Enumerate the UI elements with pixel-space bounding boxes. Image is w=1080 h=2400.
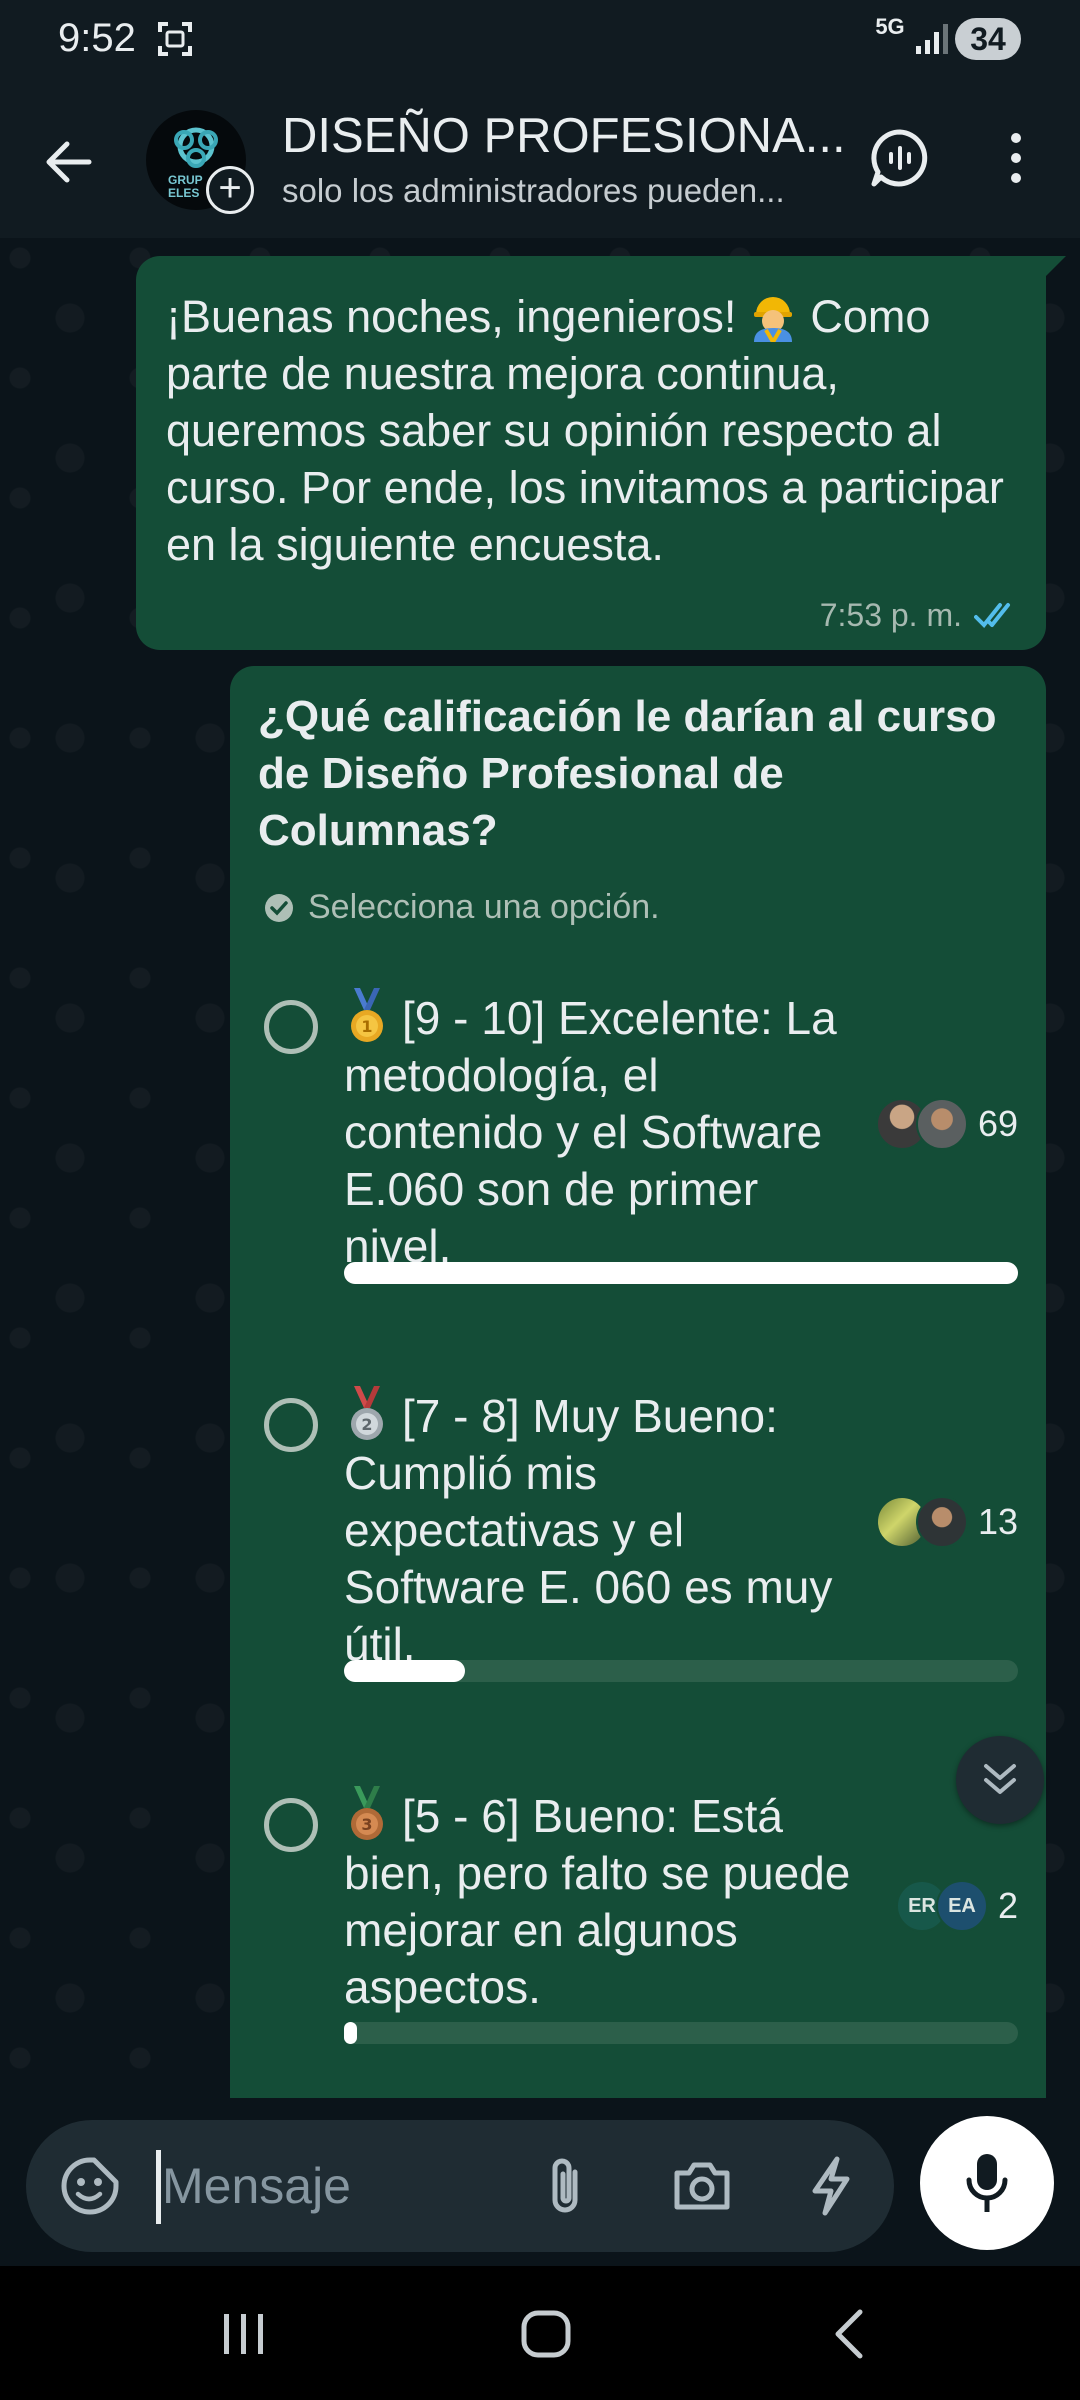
chat-header: GRUP ELES + DISEÑO PROFESIONA... solo lo… <box>0 80 1080 238</box>
message-text: ¡Buenas noches, ingenieros! Como parte d… <box>166 288 1026 573</box>
message-bubble[interactable]: ¡Buenas noches, ingenieros! Como parte d… <box>136 256 1046 650</box>
chevron-left-icon <box>835 2309 863 2359</box>
option-label: [9 - 10] Excelente: La metodología, el c… <box>344 992 837 1272</box>
poll-hint: Selecciona una opción. <box>264 888 660 927</box>
poll-hint-text: Selecciona una opción. <box>308 888 660 926</box>
composer <box>0 2098 1080 2266</box>
add-icon[interactable]: + <box>206 166 254 214</box>
poll-question: ¿Qué calificación le darían al curso de … <box>258 692 997 855</box>
progress-fill <box>344 1660 466 1682</box>
construction-worker-icon <box>754 297 793 342</box>
message-input[interactable] <box>162 2146 412 2226</box>
option-label: [5 - 6] Bueno: Está bien, pero falto se … <box>344 1790 851 2013</box>
more-vertical-icon <box>1011 133 1021 183</box>
poll-option[interactable]: 3 [5 - 6] Bueno: Está bien, pero falto s… <box>230 1786 1046 2086</box>
attach-button[interactable] <box>530 2150 600 2222</box>
gold-medal-icon: 1 <box>351 988 383 1042</box>
voter-avatar: EA <box>935 1880 988 1932</box>
option-text: 2 [7 - 8] Muy Bueno: Cumplió mis expecta… <box>344 1386 864 1673</box>
screenshot-icon <box>158 22 192 56</box>
svg-text:1: 1 <box>361 1017 372 1036</box>
camera-icon <box>674 2162 730 2210</box>
recents-button[interactable] <box>218 2308 270 2360</box>
text-cursor <box>156 2150 161 2224</box>
voice-chat-icon <box>871 129 928 187</box>
option-radio[interactable] <box>264 1798 318 1852</box>
message-text-part1: ¡Buenas noches, ingenieros! <box>166 291 737 342</box>
read-double-check-icon <box>974 602 1010 628</box>
voters[interactable]: 13 <box>875 1496 1018 1548</box>
option-label: [7 - 8] Muy Bueno: Cumplió mis expectati… <box>344 1390 833 1670</box>
voice-chat-button[interactable] <box>862 120 938 196</box>
sticker-emoji-icon <box>61 2157 119 2215</box>
svg-text:2: 2 <box>361 1415 372 1434</box>
message-input-container[interactable] <box>26 2120 894 2252</box>
back-button[interactable] <box>30 124 106 200</box>
camera-button[interactable] <box>664 2150 740 2222</box>
double-chevron-down-icon <box>984 1764 1016 1794</box>
message-meta: 7:53 p. m. <box>820 597 1022 634</box>
poll-option[interactable]: 1 [9 - 10] Excelente: La metodología, el… <box>230 988 1046 1288</box>
svg-text:3: 3 <box>361 1815 372 1834</box>
microphone-icon <box>966 2154 1008 2212</box>
option-radio[interactable] <box>264 1398 318 1452</box>
avatar-text: GRUP ELES <box>168 173 203 200</box>
option-text: 3 [5 - 6] Bueno: Está bien, pero falto s… <box>344 1786 864 2016</box>
signal-icon <box>916 24 948 54</box>
vote-count: 13 <box>977 1501 1018 1542</box>
option-text: 1 [9 - 10] Excelente: La metodología, el… <box>344 988 864 1275</box>
recents-icon <box>224 2314 263 2354</box>
progress-bar <box>344 2022 1018 2044</box>
emoji-button[interactable] <box>56 2152 124 2220</box>
silver-medal-icon: 2 <box>351 1386 383 1440</box>
system-nav-bar <box>0 2266 1080 2400</box>
voter-avatar <box>915 1098 968 1150</box>
status-time: 9:52 <box>58 16 136 60</box>
voters[interactable]: 69 <box>875 1098 1018 1150</box>
check-circle-icon <box>265 893 293 922</box>
status-bar: 9:52 5G 34 <box>0 0 1080 80</box>
progress-fill <box>344 2022 358 2044</box>
chat-title[interactable]: DISEÑO PROFESIONA... <box>282 108 846 164</box>
bubble-tail <box>1044 256 1066 278</box>
home-button[interactable] <box>516 2306 576 2362</box>
quick-reply-button[interactable] <box>798 2150 864 2222</box>
progress-bar <box>344 1660 1018 1682</box>
network-type: 5G <box>875 14 905 39</box>
bronze-medal-icon: 3 <box>351 1786 383 1840</box>
voter-avatar <box>915 1496 968 1548</box>
more-options-button[interactable] <box>986 120 1046 196</box>
battery-indicator: 34 <box>955 18 1021 60</box>
paperclip-icon <box>552 2158 578 2213</box>
option-radio[interactable] <box>264 1000 318 1054</box>
scroll-to-bottom-button[interactable] <box>956 1736 1044 1824</box>
poll-bubble[interactable]: ¿Qué calificación le darían al curso de … <box>230 666 1046 2118</box>
chat-subtitle[interactable]: solo los administradores pueden... <box>282 172 785 210</box>
progress-fill <box>344 1262 1018 1284</box>
nav-back-button[interactable] <box>820 2306 880 2362</box>
chat-area[interactable]: ¡Buenas noches, ingenieros! Como parte d… <box>0 238 1080 2118</box>
arrow-left-icon <box>46 141 92 183</box>
vote-count: 69 <box>977 1103 1018 1144</box>
message-time: 7:53 p. m. <box>819 597 962 633</box>
voice-message-button[interactable] <box>920 2116 1054 2250</box>
lightning-bolt-icon <box>812 2156 850 2216</box>
progress-bar <box>344 1262 1018 1284</box>
vote-count: 2 <box>997 1885 1018 1926</box>
poll-option[interactable]: 2 [7 - 8] Muy Bueno: Cumplió mis expecta… <box>230 1386 1046 1686</box>
voters[interactable]: ER EA 2 <box>895 1880 1018 1932</box>
home-icon <box>521 2310 571 2358</box>
